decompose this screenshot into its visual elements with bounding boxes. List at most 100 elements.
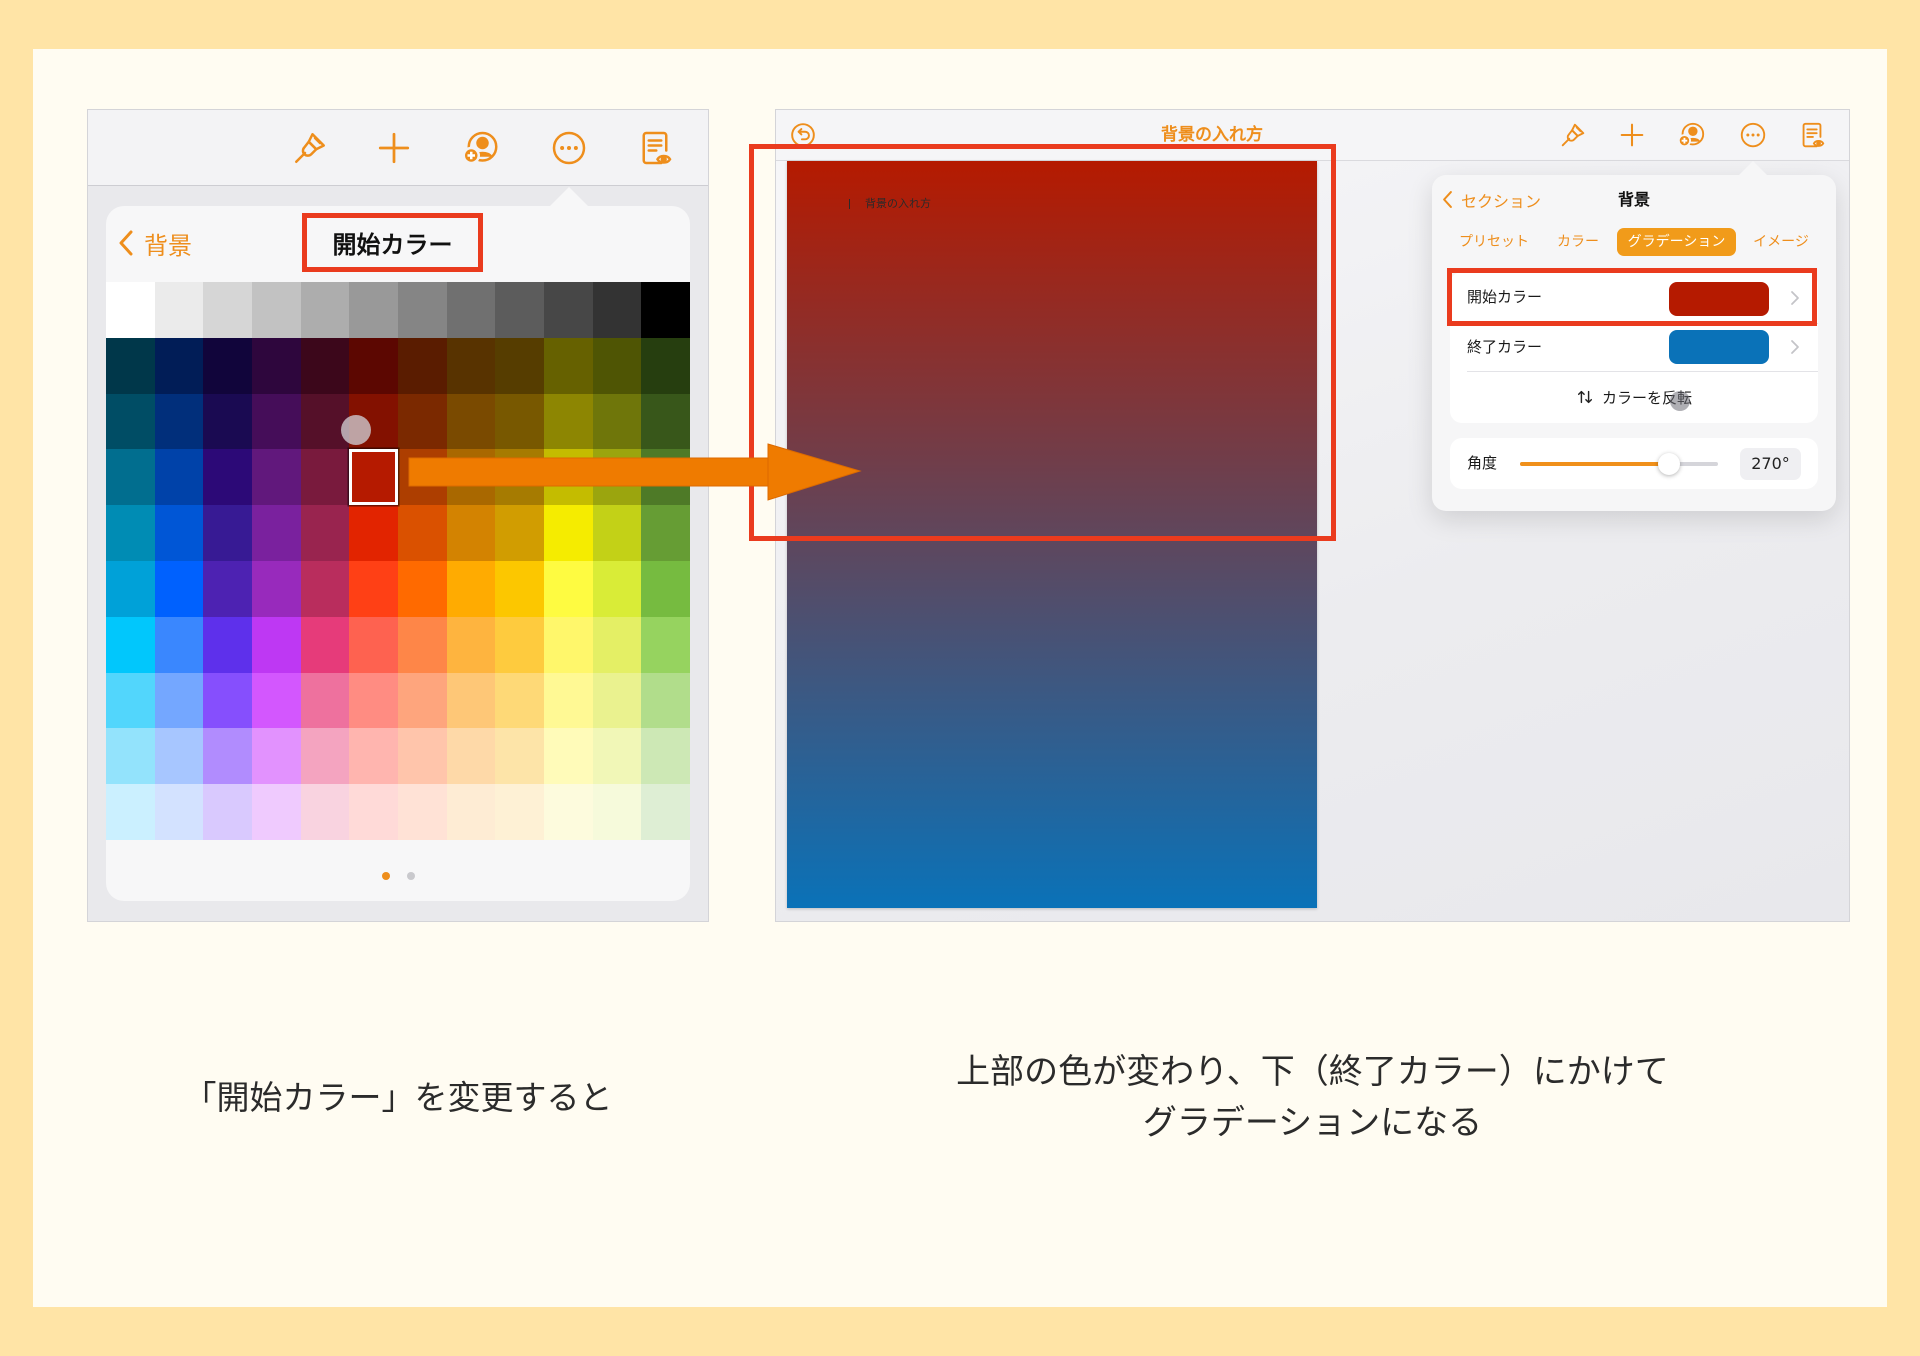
color-swatch[interactable]	[544, 282, 593, 338]
color-swatch[interactable]	[154, 672, 204, 729]
color-swatch[interactable]	[592, 672, 642, 729]
color-swatch[interactable]	[203, 728, 252, 785]
page-indicator[interactable]	[106, 872, 690, 880]
tab-color[interactable]: カラー	[1543, 228, 1613, 256]
color-swatch[interactable]	[446, 337, 496, 394]
document-view-icon[interactable]	[635, 128, 675, 168]
color-swatch[interactable]	[641, 672, 690, 729]
color-swatch[interactable]	[300, 560, 350, 617]
color-swatch[interactable]	[495, 282, 544, 338]
color-swatch[interactable]	[398, 282, 447, 338]
color-swatch[interactable]	[106, 728, 155, 785]
chevron-right-icon[interactable]	[1790, 339, 1800, 355]
color-swatch[interactable]	[592, 282, 642, 338]
color-swatch[interactable]	[203, 282, 252, 338]
color-swatch[interactable]	[252, 505, 301, 561]
color-swatch[interactable]	[300, 282, 350, 338]
color-swatch[interactable]	[544, 560, 593, 617]
color-swatch[interactable]	[349, 728, 398, 785]
color-swatch[interactable]	[398, 505, 447, 561]
color-swatch[interactable]	[203, 560, 252, 617]
color-swatch[interactable]	[398, 728, 447, 785]
color-swatch[interactable]	[203, 672, 252, 729]
color-swatch[interactable]	[203, 616, 252, 673]
color-swatch[interactable]	[106, 672, 155, 729]
color-swatch[interactable]	[106, 560, 155, 617]
color-swatch[interactable]	[154, 784, 204, 840]
color-swatch[interactable]	[349, 282, 398, 338]
color-swatch[interactable]	[106, 616, 155, 673]
color-swatch[interactable]	[641, 282, 690, 338]
color-swatch[interactable]	[154, 560, 204, 617]
color-swatch[interactable]	[398, 560, 447, 617]
color-swatch[interactable]	[446, 672, 496, 729]
color-swatch[interactable]	[544, 337, 593, 394]
color-swatch[interactable]	[252, 728, 301, 785]
page-dot[interactable]	[406, 872, 415, 880]
color-swatch[interactable]	[154, 337, 204, 394]
color-swatch[interactable]	[252, 616, 301, 673]
more-icon[interactable]	[1738, 120, 1768, 150]
color-swatch[interactable]	[592, 337, 642, 394]
paintbrush-icon[interactable]	[1558, 120, 1588, 150]
color-swatch[interactable]	[495, 784, 544, 840]
angle-slider[interactable]	[1520, 453, 1718, 475]
tab-preset[interactable]: プリセット	[1449, 228, 1539, 256]
color-swatch[interactable]	[203, 449, 252, 506]
color-swatch[interactable]	[106, 505, 155, 561]
color-swatch[interactable]	[349, 505, 398, 561]
color-swatch[interactable]	[592, 560, 642, 617]
color-swatch[interactable]	[154, 616, 204, 673]
color-swatch[interactable]	[446, 616, 496, 673]
color-swatch[interactable]	[252, 393, 301, 450]
color-swatch[interactable]	[592, 505, 642, 561]
color-swatch[interactable]	[203, 784, 252, 840]
color-swatch[interactable]	[446, 282, 496, 338]
color-swatch[interactable]	[544, 505, 593, 561]
angle-slider-thumb[interactable]	[1657, 453, 1680, 475]
color-swatch[interactable]	[300, 337, 350, 394]
color-swatch[interactable]	[154, 393, 204, 450]
color-swatch[interactable]	[349, 560, 398, 617]
color-swatch[interactable]	[252, 560, 301, 617]
color-swatch[interactable]	[349, 337, 398, 394]
color-swatch[interactable]	[349, 616, 398, 673]
color-swatch[interactable]	[349, 672, 398, 729]
color-swatch[interactable]	[106, 784, 155, 840]
color-swatch[interactable]	[106, 449, 155, 506]
color-swatch[interactable]	[106, 393, 155, 450]
end-color-swatch[interactable]	[1669, 330, 1769, 364]
color-swatch[interactable]	[592, 728, 642, 785]
back-button[interactable]: 背景	[118, 226, 192, 260]
color-swatch[interactable]	[252, 449, 301, 506]
color-swatch[interactable]	[641, 784, 690, 840]
color-swatch[interactable]	[349, 784, 398, 840]
document-view-icon[interactable]	[1797, 120, 1827, 150]
color-swatch[interactable]	[446, 784, 496, 840]
angle-value-field[interactable]: 270°	[1740, 448, 1801, 480]
color-swatch[interactable]	[446, 560, 496, 617]
color-swatch[interactable]	[300, 505, 350, 561]
color-swatch[interactable]	[495, 505, 544, 561]
more-icon[interactable]	[549, 128, 589, 168]
color-swatch[interactable]	[544, 784, 593, 840]
paintbrush-icon[interactable]	[290, 128, 330, 168]
color-swatch[interactable]	[592, 784, 642, 840]
color-swatch[interactable]	[203, 505, 252, 561]
color-swatch[interactable]	[446, 728, 496, 785]
color-swatch[interactable]	[106, 282, 155, 338]
color-swatch[interactable]	[300, 393, 350, 450]
color-swatch[interactable]	[398, 784, 447, 840]
color-swatch[interactable]	[495, 337, 544, 394]
color-swatch[interactable]	[641, 505, 690, 561]
collaborate-icon[interactable]	[460, 128, 500, 168]
color-swatch[interactable]	[300, 616, 350, 673]
color-swatch[interactable]	[641, 337, 690, 394]
color-swatch[interactable]	[203, 337, 252, 394]
plus-icon[interactable]	[374, 128, 414, 168]
color-swatch[interactable]	[300, 784, 350, 840]
color-swatch[interactable]	[252, 784, 301, 840]
reverse-colors-button[interactable]: カラーを反転	[1450, 371, 1818, 423]
page-dot[interactable]	[381, 872, 390, 880]
color-swatch[interactable]	[154, 282, 204, 338]
